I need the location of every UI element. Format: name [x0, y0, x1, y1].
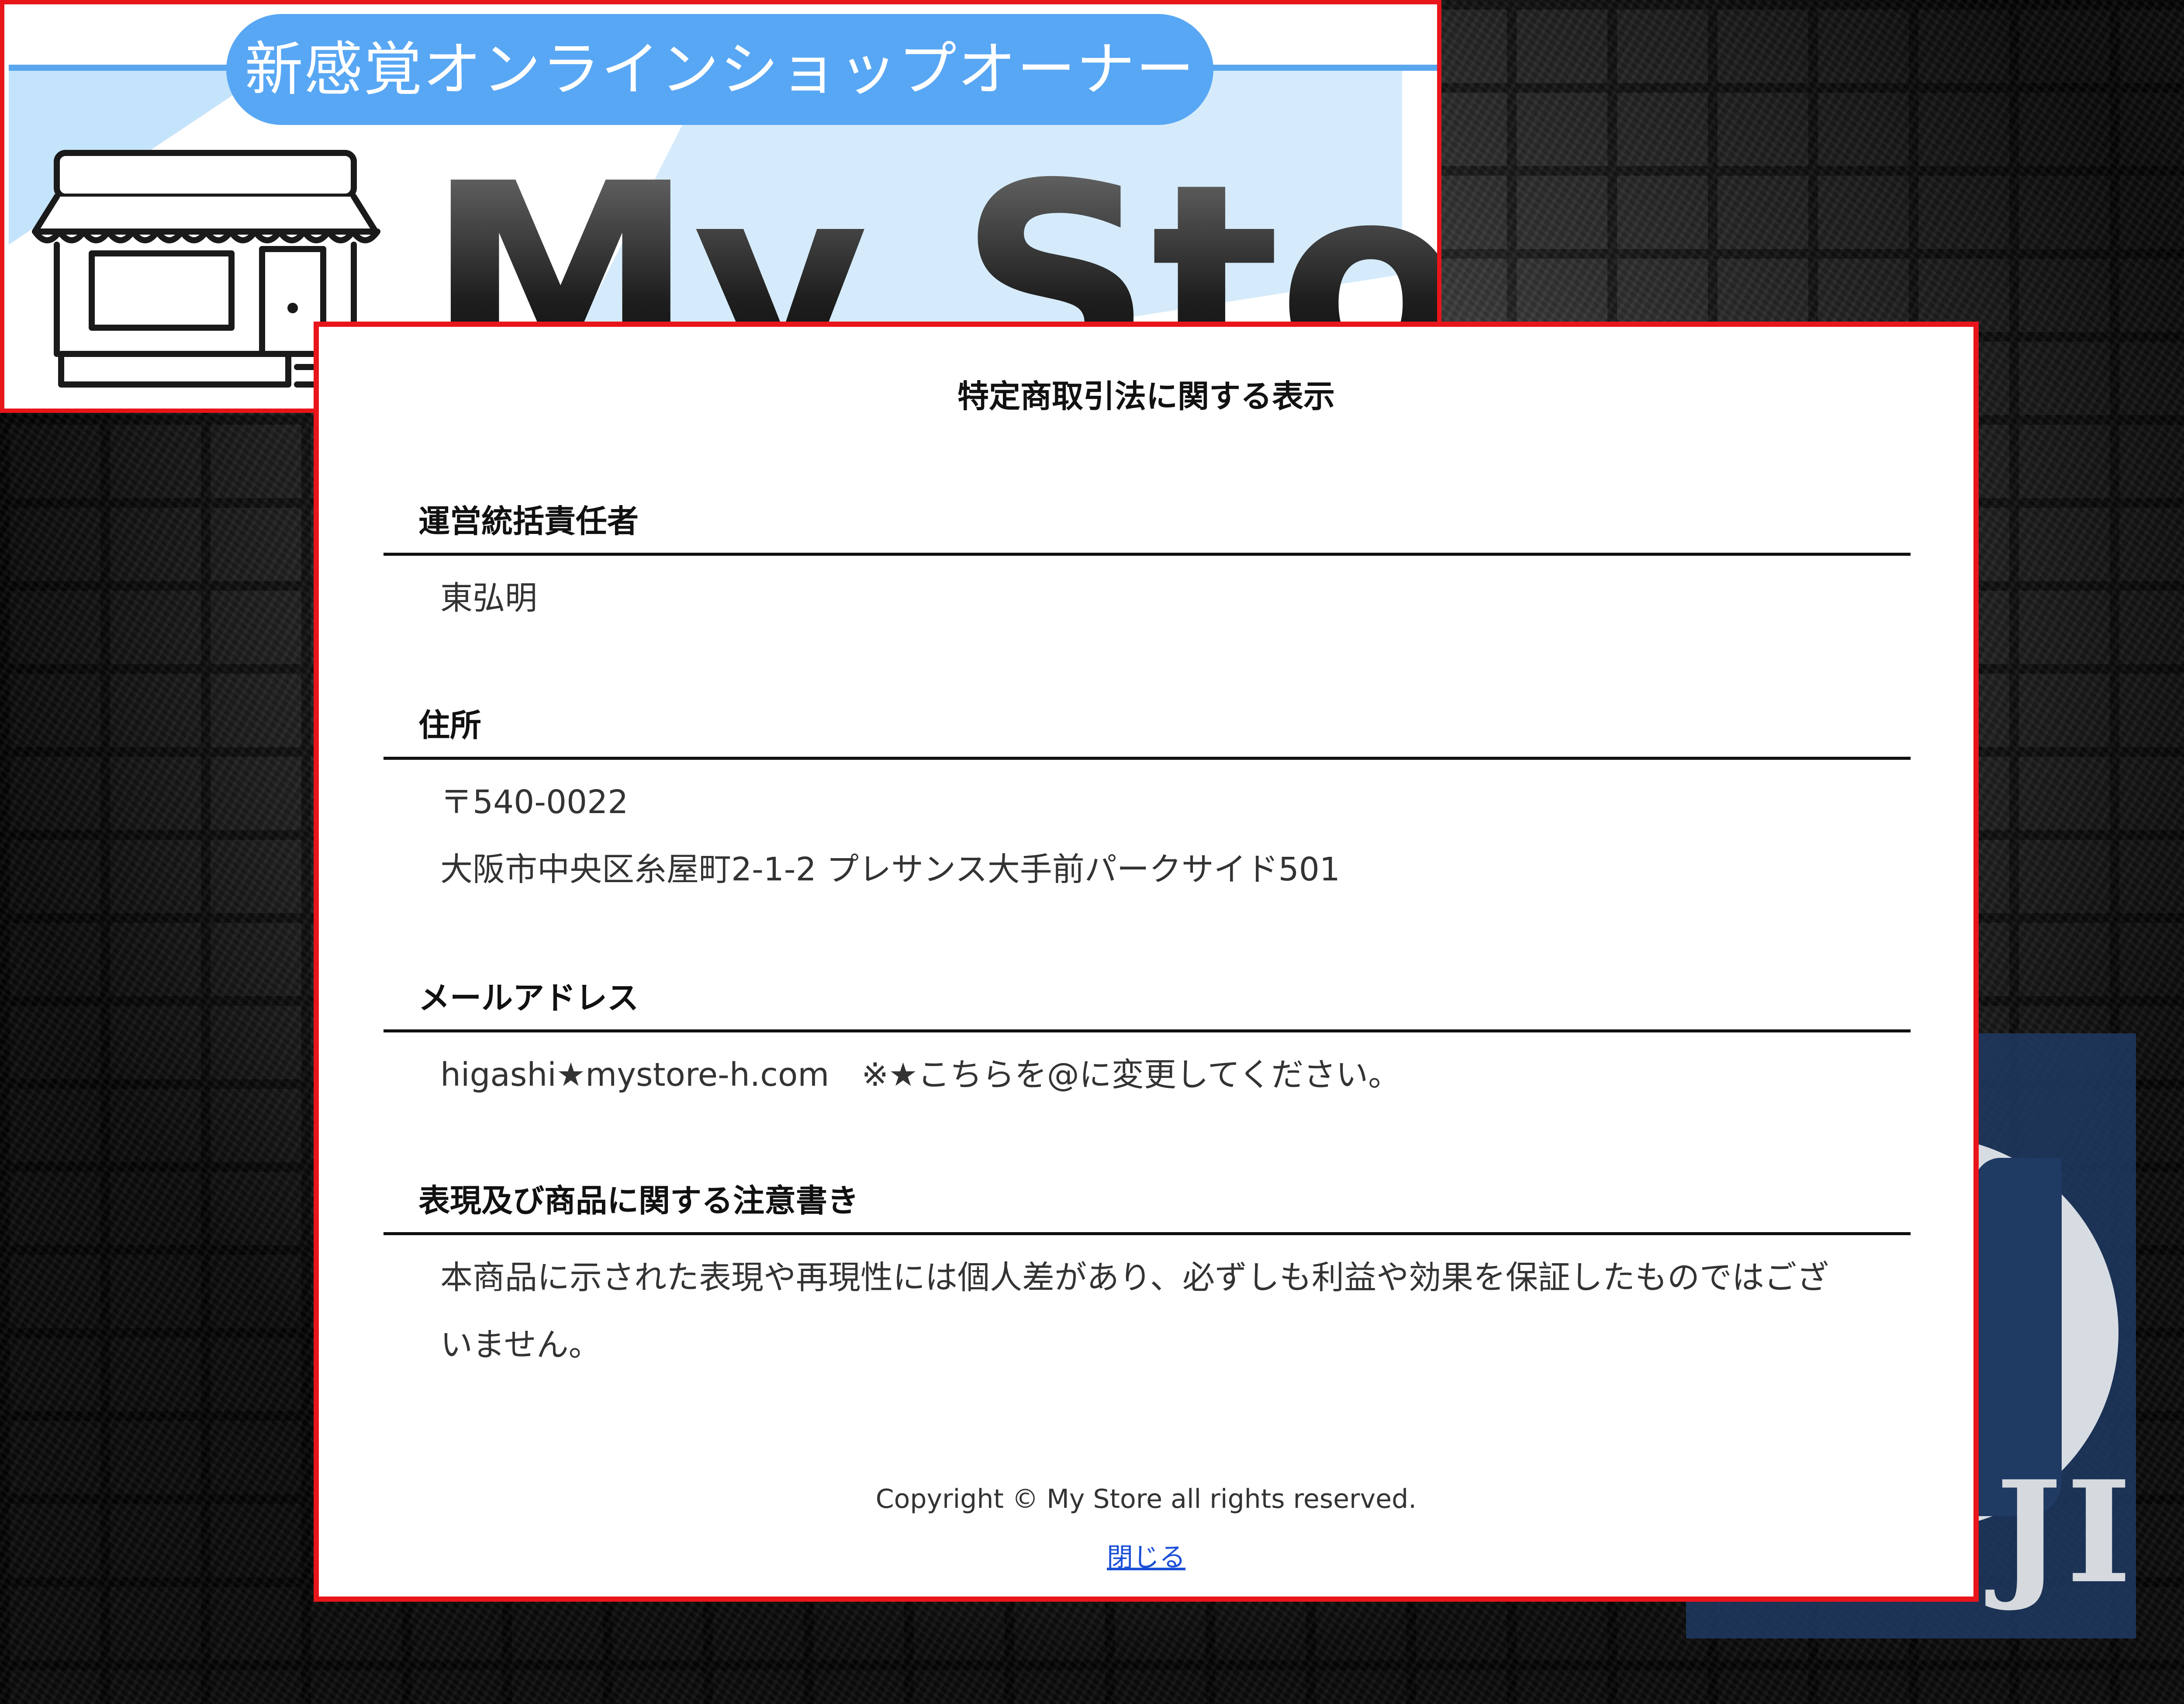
notice-text: 本商品に示された表現や再現性には個人差があり、必ずしも利益や効果を保証したもので…	[440, 1259, 1829, 1364]
close-link[interactable]: 閉じる	[1107, 1542, 1185, 1573]
dialog-title: 特定商取引法に関する表示	[957, 378, 1335, 415]
section-body: 東弘明	[384, 556, 1860, 632]
section-heading: 表現及び商品に関する注意書き	[384, 1174, 1911, 1235]
close-link-container: 閉じる	[319, 1536, 1973, 1574]
section-email: メールアドレス higashi★mystore-h.com ※★こちらを@に変更…	[384, 972, 1911, 1108]
section-body: 〒540-0022 大阪市中央区糸屋町2-1-2 プレサンス大手前パークサイド5…	[384, 760, 1860, 903]
section-heading: 運営統括責任者	[384, 495, 1911, 556]
postal-code: 〒540-0022	[440, 783, 629, 821]
manager-name: 東弘明	[440, 579, 537, 617]
section-heading: メールアドレス	[384, 972, 1911, 1032]
section-heading: 住所	[384, 699, 1911, 760]
section-notice: 表現及び商品に関する注意書き 本商品に示された表現や再現性には個人差があり、必ず…	[384, 1174, 1911, 1378]
copyright-text: Copyright © My Store all rights reserved…	[875, 1484, 1417, 1514]
legal-notice-dialog: 特定商取引法に関する表示 運営統括責任者 東弘明 住所 〒540-0022 大阪…	[314, 322, 1979, 1602]
banner-tagline: 新感覚オンラインショップオーナー	[226, 14, 1213, 125]
email-address: higashi★mystore-h.com ※★こちらを@に変更してください。	[440, 1056, 1401, 1094]
section-address: 住所 〒540-0022 大阪市中央区糸屋町2-1-2 プレサンス大手前パークサ…	[384, 699, 1911, 903]
section-manager: 運営統括責任者 東弘明	[384, 495, 1911, 632]
section-body: 本商品に示された表現や再現性には個人差があり、必ずしも利益や効果を保証したもので…	[384, 1235, 1860, 1378]
street-address: 大阪市中央区糸屋町2-1-2 プレサンス大手前パークサイド501	[440, 851, 1340, 888]
section-body: higashi★mystore-h.com ※★こちらを@に変更してください。	[384, 1032, 1860, 1108]
